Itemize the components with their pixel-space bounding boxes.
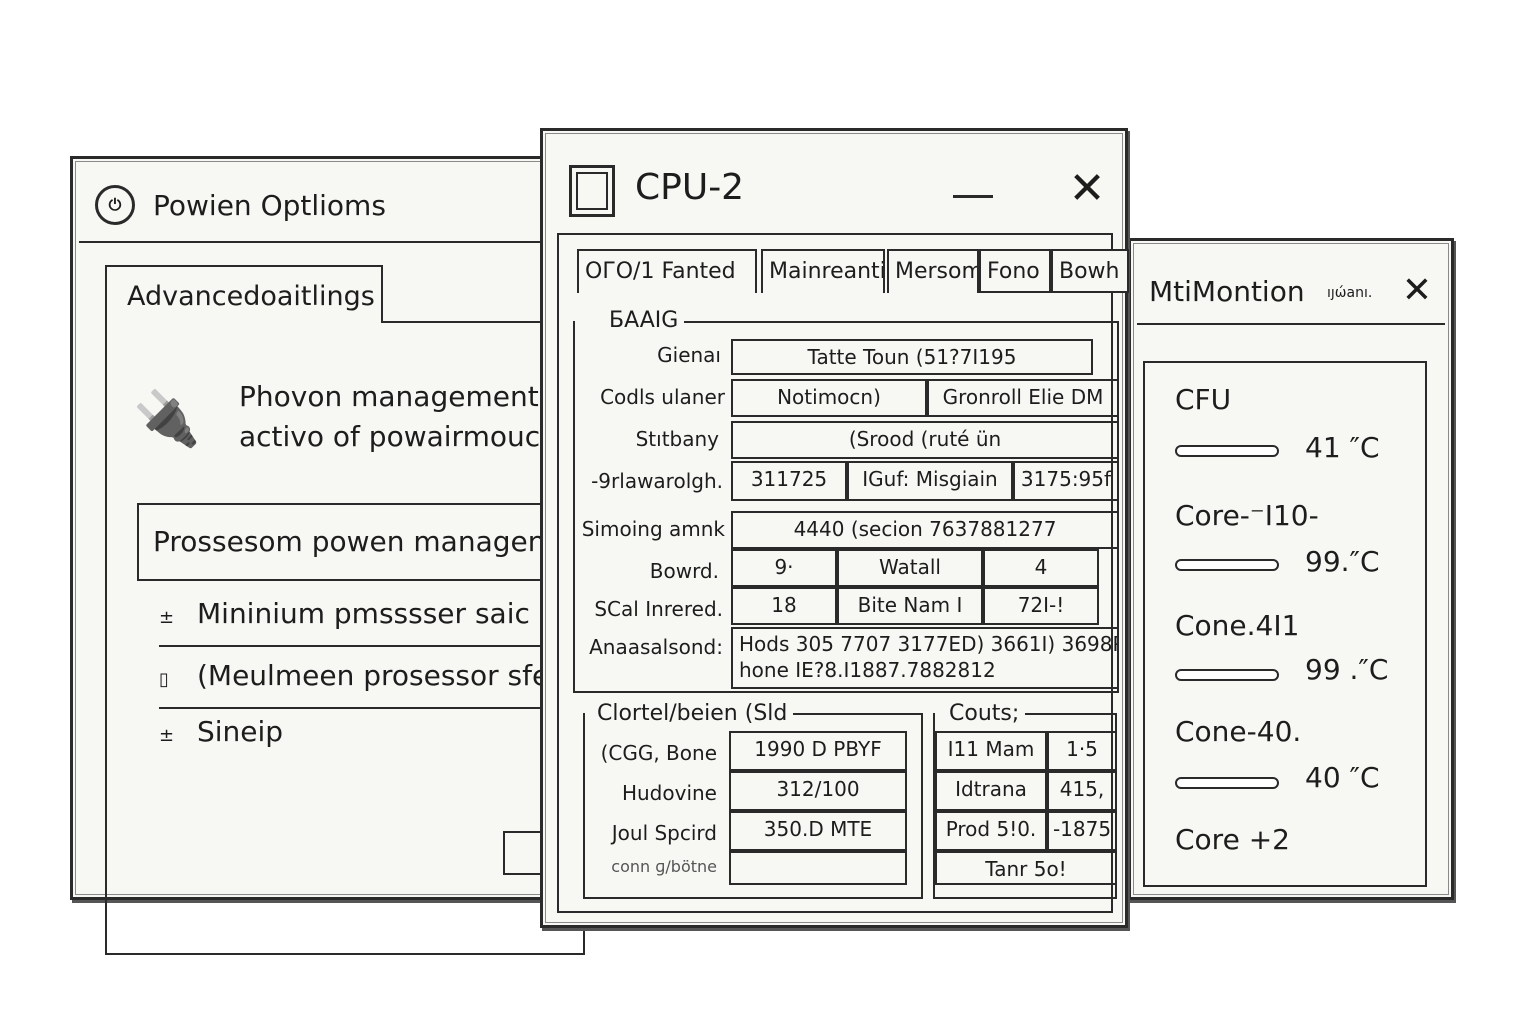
cache-l1-data-label: I11 Mam <box>935 731 1047 771</box>
setting-item-label: Sineip <box>197 715 284 748</box>
instructions-line-1: Hods 305 7707 3177ED) 3661I) 3698P.0 <box>739 632 1119 656</box>
sensor-label: Cone.4I1 <box>1175 609 1300 642</box>
title-extra: ıȷώanı. <box>1327 285 1373 301</box>
window-title: MtiMontion <box>1149 275 1305 308</box>
tab-fono[interactable]: Fono <box>979 249 1051 293</box>
monitor-titlebar[interactable]: MtiMontion ıȷώanı. ✕ <box>1137 247 1445 325</box>
sensor-value: 40 ″C <box>1305 761 1380 794</box>
processor-power-management-header[interactable]: Prossesom powen managent <box>137 503 597 581</box>
stepping-field: 4 <box>983 549 1099 587</box>
sensor-bar <box>1175 445 1279 457</box>
app-icon <box>569 165 615 217</box>
bus-speed-label: Joul Spcird <box>611 821 717 845</box>
power-options-window: ⏻ Powien Optlioms Advancedoaitlings 🔌 Ph… <box>70 156 597 955</box>
cache-level2-field: -1875 <box>1047 811 1117 851</box>
ext-family-label: SCal Inrered. <box>594 597 723 621</box>
setting-item-maximum-processor[interactable]: ▯ (Meulmeen prosessor sfe <box>159 659 589 709</box>
tab-mainboard[interactable]: Mainreantil <box>761 249 885 293</box>
setting-item-label: (Meulmeen prosessor sfe <box>197 659 550 692</box>
model-field: Watall <box>837 549 983 587</box>
tab-cpu[interactable]: OГO/1 Fanted <box>577 249 757 293</box>
voltage-field: IGuf: Misgiain <box>847 461 1013 501</box>
family-field: 9· <box>731 549 837 587</box>
cache-l1-inst-field: 415, <box>1047 771 1117 811</box>
temperature-monitor-window: MtiMontion ıȷώanı. ✕ CFU 41 ″C Core-⁻I10… <box>1128 238 1454 900</box>
brand-field: Gronroll Elie DM <box>927 379 1119 417</box>
bus-speed-field: 350.D MTE <box>729 811 907 851</box>
ext-model-field: Bite Nam I <box>837 587 983 625</box>
sensor-bar <box>1175 559 1279 571</box>
package-label: Stıtbany <box>635 427 719 451</box>
tab-memory[interactable]: Mersom <box>887 249 979 293</box>
core-voltage-field: 3175:95f <box>1013 461 1119 501</box>
ext-family-field: 18 <box>731 587 837 625</box>
tab-advanced-settings[interactable]: Advancedoaitlings <box>105 265 383 323</box>
cpu-z-window: CPU-2 ✕ OГO/1 Fanted Mainreantil Mersom … <box>540 128 1129 928</box>
close-button[interactable]: ✕ <box>1399 273 1435 309</box>
family-label: Bowrd. <box>649 559 719 583</box>
sensor-label: Core-⁻I10- <box>1175 499 1319 532</box>
clocks-group-label: Clortel/beien (Sld <box>591 701 794 726</box>
close-button[interactable]: ✕ <box>1065 167 1109 211</box>
setting-item-label: Mininium pmsssser saic <box>197 597 530 630</box>
sensor-panel: CFU 41 ″C Core-⁻I10- 99.″C Cone.4I1 99 .… <box>1143 361 1427 887</box>
codename-label: Codls ulaner <box>600 385 725 409</box>
technology-field: 311725 <box>731 461 847 501</box>
cache-l1-inst-label: Idtrana <box>935 771 1047 811</box>
setting-item-sleep[interactable]: ± Sineip <box>159 715 589 765</box>
sensor-label: CFU <box>1175 383 1232 416</box>
expand-icon[interactable]: ± <box>159 607 197 628</box>
multiplier-label: Hudovine <box>621 781 717 805</box>
core-speed-label: (CGG, Bone <box>600 741 717 765</box>
multiplier-field: 312/100 <box>729 771 907 811</box>
name-field: Tatte Toun (51?7I195 <box>731 339 1093 375</box>
description-line-2: activo of powairmoucc <box>239 420 556 453</box>
specification-field: 4440 (secion 7637881277 <box>731 511 1119 549</box>
package-field: (Srood (ruté ün <box>731 421 1119 459</box>
expand-icon[interactable]: ± <box>159 725 197 746</box>
codename-field: Notimocn) <box>731 379 927 417</box>
cache-level2-label: Prod 5!0. <box>935 811 1047 851</box>
power-plug-icon: 🔌 <box>133 387 201 450</box>
power-plan-icon: ⏻ <box>95 185 135 225</box>
cache-l1-data-field: 1·5 <box>1047 731 1117 771</box>
power-description: Phovon managementu activo of powairmoucc <box>239 377 556 457</box>
rated-fsb-label: conn ɡ/bötne <box>611 857 717 876</box>
sensor-value: 41 ″C <box>1305 431 1380 464</box>
cache-level3-label: Tanr 5o! <box>935 851 1117 885</box>
processor-group-label: БAAIG <box>603 308 685 333</box>
cpu-z-titlebar[interactable]: CPU-2 ✕ <box>549 137 1119 231</box>
instructions-line-2: hone IE?8.I1887.7882812 <box>739 658 996 682</box>
sensor-label: Cone-40. <box>1175 715 1302 748</box>
tab-bowh[interactable]: Bowh <box>1051 249 1129 293</box>
description-line-1: Phovon managementu <box>239 380 557 413</box>
sensor-value: 99.″C <box>1305 545 1380 578</box>
instructions-field: Hods 305 7707 3177ED) 3661I) 3698P.0 hon… <box>731 627 1119 689</box>
window-title: Powien Optlioms <box>153 189 386 222</box>
rated-fsb-field <box>729 851 907 885</box>
window-title: CPU-2 <box>635 167 745 208</box>
name-label: Gienaı <box>657 343 721 367</box>
sensor-label: Core +2 <box>1175 823 1290 856</box>
cpu-tabs: OГO/1 Fanted Mainreantil Mersom Fono Bow… <box>557 249 1129 293</box>
expand-icon[interactable]: ▯ <box>159 669 197 690</box>
instructions-label: Anaasalsond: <box>589 635 723 659</box>
power-options-titlebar[interactable]: ⏻ Powien Optlioms <box>79 165 581 243</box>
sensor-bar <box>1175 777 1279 789</box>
cache-group-label: Couts; <box>943 701 1026 726</box>
technology-label: -9rlawarolgh. <box>591 469 723 493</box>
setting-item-minimum-processor[interactable]: ± Mininium pmsssser saic <box>159 597 589 647</box>
core-speed-field: 1990 D PBYF <box>729 731 907 771</box>
sensor-value: 99 .″C <box>1305 653 1389 686</box>
specification-label: Simoing amnk <box>581 517 725 541</box>
revision-field: 72I-! <box>983 587 1099 625</box>
minimize-button[interactable] <box>949 171 997 211</box>
sensor-bar <box>1175 669 1279 681</box>
